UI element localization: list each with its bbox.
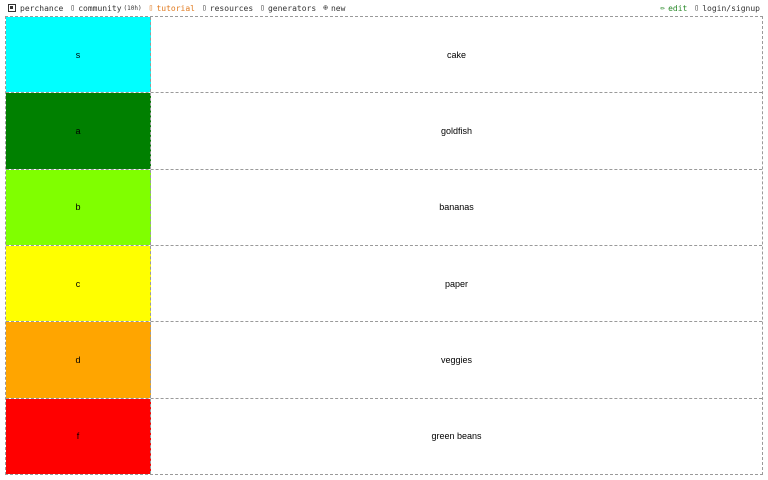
nav-edit-link[interactable]: ✏ edit [660,4,687,13]
nav-login-link[interactable]: ▯ login/signup [694,4,760,13]
nav-left-group: perchance ▯ community (10h) ▯ tutorial ▯… [0,4,660,13]
tier-row-d: d veggies [6,322,762,399]
tier-label-a: a [6,93,151,169]
tier-list: s cake a goldfish b bananas c paper d ve… [5,16,763,475]
tier-label-d: d [6,322,151,398]
nav-right-group: ✏ edit ▯ login/signup [660,4,768,13]
plus-circle-icon: ⊕ [323,3,328,12]
nav-new-label: new [330,3,346,13]
nav-tutorial-link[interactable]: ▯ tutorial [149,4,195,13]
nav-edit-label: edit [668,3,688,13]
book-icon: ▯ [148,3,154,12]
nav-community-link[interactable]: ▯ community (10h) [70,4,141,13]
tier-row-s: s cake [6,17,762,94]
tier-item-f: green beans [151,398,762,474]
nav-login-label: login/signup [702,3,760,13]
tier-item-b: bananas [151,169,762,245]
top-nav-bar: perchance ▯ community (10h) ▯ tutorial ▯… [0,0,768,16]
nav-resources-link[interactable]: ▯ resources [202,4,253,13]
user-icon: ▯ [694,3,700,12]
tier-item-d: veggies [151,322,762,398]
nav-brand-link[interactable]: perchance [8,4,63,13]
nav-community-label: community [78,3,122,13]
tier-item-s: cake [151,17,762,93]
tier-row-c: c paper [6,245,762,323]
nav-tutorial-label: tutorial [156,3,195,13]
nav-new-link[interactable]: ⊕ new [323,4,345,13]
tier-label-c: c [6,245,151,322]
tier-label-f: f [6,398,151,474]
pencil-icon: ✏ [660,3,666,12]
tier-label-s: s [6,17,151,93]
tier-item-a: goldfish [151,93,762,169]
chat-icon: ▯ [70,3,76,12]
tier-label-b: b [6,169,151,245]
tier-item-c: paper [151,245,762,322]
nav-community-count: (10h) [123,4,142,12]
nav-brand-label: perchance [20,3,64,13]
nav-generators-link[interactable]: ▯ generators [260,4,316,13]
tier-row-a: a goldfish [6,93,762,170]
tier-row-b: b bananas [6,169,762,246]
nav-generators-label: generators [267,3,317,13]
tier-row-f: f green beans [6,398,762,474]
perchance-logo-icon [8,4,16,12]
link-icon: ▯ [201,3,207,12]
nav-resources-label: resources [209,3,254,13]
grid-icon: ▯ [260,3,265,12]
